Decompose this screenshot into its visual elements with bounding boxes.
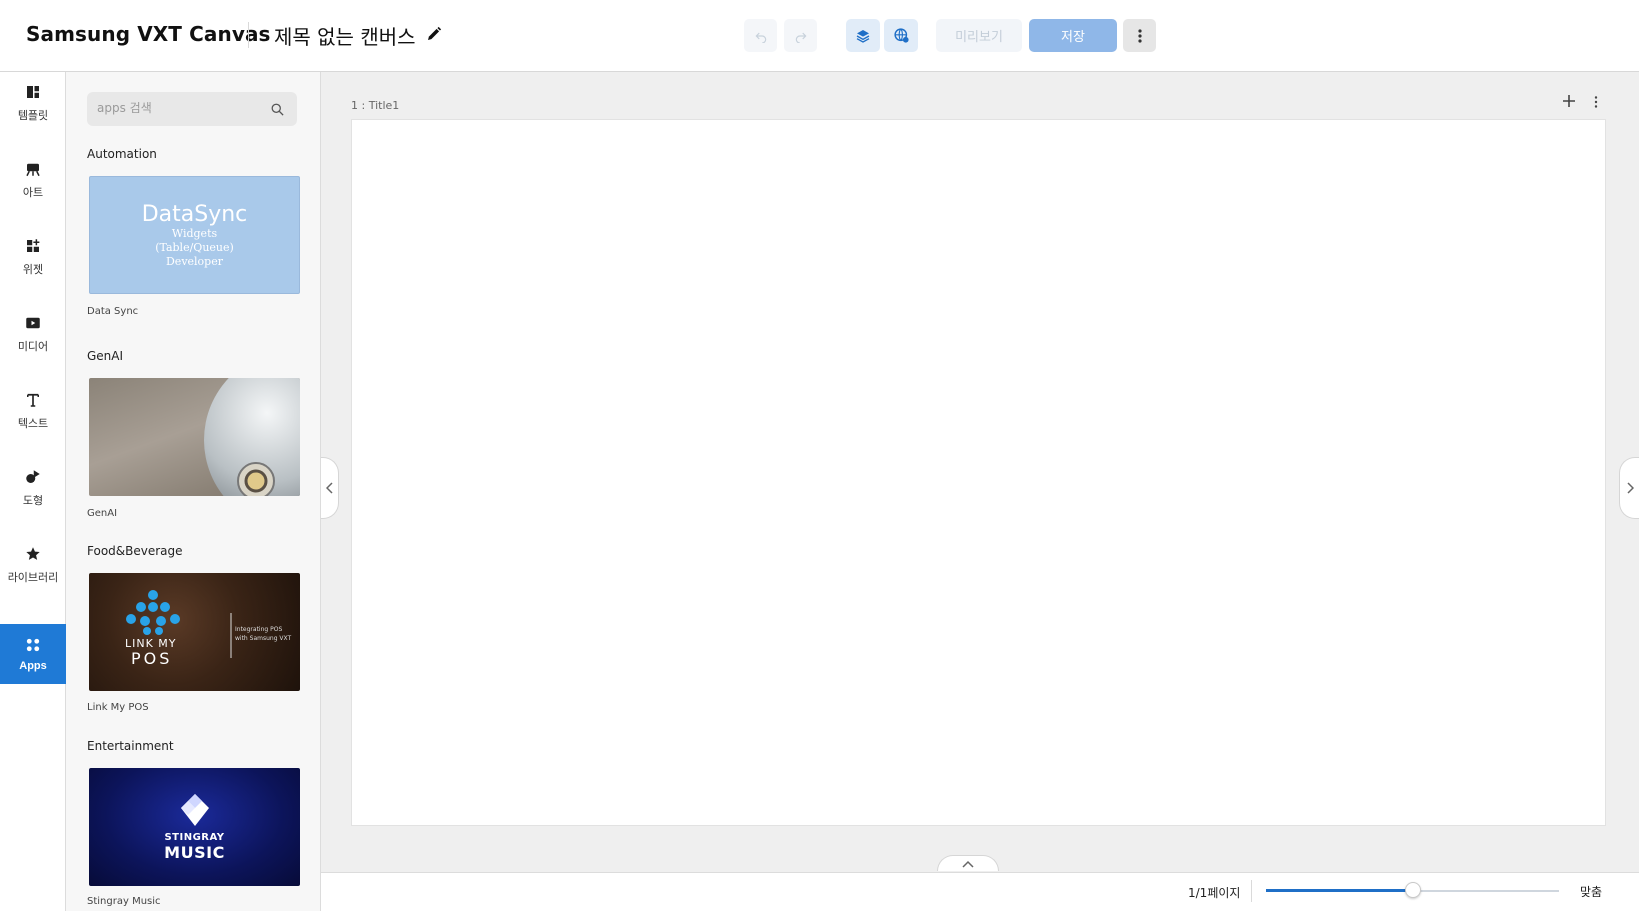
thumb-line: Widgets (171, 226, 218, 240)
thumb-line: (Table/Queue) (155, 240, 234, 254)
app-label: Data Sync (87, 306, 139, 317)
text-icon (27, 393, 39, 407)
undo-icon (755, 32, 766, 43)
category-title: GenAI (87, 349, 124, 363)
app-card-genai[interactable] (89, 378, 300, 496)
app-card-link-my-pos[interactable]: LINK MY POS Integrating POS with Samsung… (89, 573, 300, 691)
app-card-stingray-music[interactable]: STINGRAY MUSIC (89, 768, 300, 886)
thumb-line: with Samsung VXT (235, 635, 292, 642)
thumb-title-2: MUSIC (164, 843, 225, 862)
search-box[interactable] (87, 92, 297, 126)
rail-item-text[interactable]: 텍스트 (0, 380, 66, 442)
redo-button[interactable] (784, 19, 817, 52)
chevron-up-icon (962, 860, 974, 868)
page-label[interactable]: 1 : Title1 (351, 99, 399, 112)
more-options-button[interactable] (1123, 19, 1156, 52)
widget-icon (27, 239, 40, 252)
page-count: 1/1페이지 (1188, 886, 1241, 900)
rail-item-library[interactable]: 라이브러리 (0, 534, 66, 596)
top-header: Samsung VXT Canvas 제목 없는 캔버스 미리보기 저장 (0, 0, 1639, 72)
brand-logo: Samsung VXT Canvas (26, 22, 271, 46)
category-title: Food&Beverage (87, 544, 183, 558)
rail-label: 텍스트 (17, 418, 49, 430)
media-icon (26, 317, 40, 329)
rail-item-widget[interactable]: 위젯 (0, 226, 66, 288)
redo-icon (795, 32, 806, 43)
app-label: Stingray Music (87, 896, 161, 907)
category-title: Entertainment (87, 739, 174, 753)
expand-pages-button[interactable] (937, 855, 999, 871)
rail-label: Apps (19, 660, 47, 672)
thumb-line: Integrating POS (235, 626, 283, 633)
genai-thumbnail-image (204, 378, 300, 496)
rail-item-apps[interactable]: Apps (0, 624, 66, 684)
chevron-left-icon (325, 482, 333, 494)
save-button[interactable]: 저장 (1029, 19, 1117, 52)
undo-button[interactable] (744, 19, 777, 52)
rail-label: 템플릿 (17, 110, 49, 122)
tool-rail: 템플릿 아트 위젯 미디어 텍스트 도형 라이브러리 Apps (0, 72, 66, 911)
art-icon (26, 163, 40, 177)
collapse-right-panel-button[interactable] (1619, 457, 1639, 519)
apps-panel: Automation DataSync Widgets (Table/Queue… (66, 72, 321, 911)
preview-button[interactable]: 미리보기 (936, 19, 1022, 52)
rail-item-media[interactable]: 미디어 (0, 303, 66, 365)
layers-button[interactable] (846, 19, 880, 52)
star-icon (26, 547, 40, 560)
thumb-line: Developer (165, 254, 223, 268)
fit-zoom-button[interactable]: 맞춤 (1580, 883, 1602, 900)
rail-label: 위젯 (22, 264, 44, 276)
document-title[interactable]: 제목 없는 캔버스 (274, 21, 416, 50)
stingray-logo (180, 794, 209, 826)
rail-label: 아트 (22, 187, 44, 199)
thumb-title-2: POS (131, 649, 173, 668)
shape-icon (26, 470, 40, 483)
search-icon[interactable] (270, 102, 285, 117)
app-label: Link My POS (87, 702, 149, 713)
page-more-icon[interactable] (1590, 96, 1602, 108)
chevron-right-icon (1626, 482, 1634, 494)
rail-item-shape[interactable]: 도형 (0, 457, 66, 519)
artboard[interactable] (351, 119, 1606, 826)
app-card-datasync[interactable]: DataSync Widgets (Table/Queue) Developer (89, 176, 300, 294)
publish-button[interactable] (884, 19, 918, 52)
rail-item-template[interactable]: 템플릿 (0, 72, 66, 134)
template-icon (27, 86, 39, 98)
search-input[interactable] (97, 101, 257, 115)
rail-label: 도형 (22, 495, 44, 507)
footer-divider (1251, 880, 1252, 902)
rail-item-art[interactable]: 아트 (0, 149, 66, 211)
zoom-slider-fill (1266, 889, 1413, 892)
header-divider (248, 22, 249, 48)
rail-label: 라이브러리 (7, 572, 59, 584)
thumb-title: DataSync (141, 201, 248, 227)
apps-icon (26, 638, 40, 652)
thumb-title: STINGRAY (164, 832, 225, 843)
category-title: Automation (87, 147, 157, 161)
zoom-slider-handle[interactable] (1404, 882, 1421, 898)
more-vertical-icon (1137, 28, 1142, 43)
add-page-icon[interactable] (1562, 94, 1576, 108)
pencil-icon[interactable] (425, 25, 443, 43)
rail-label: 미디어 (17, 341, 49, 353)
layers-icon (856, 29, 870, 43)
app-label: GenAI (87, 508, 118, 519)
globe-icon (893, 28, 909, 43)
collapse-left-panel-button[interactable] (321, 457, 339, 519)
